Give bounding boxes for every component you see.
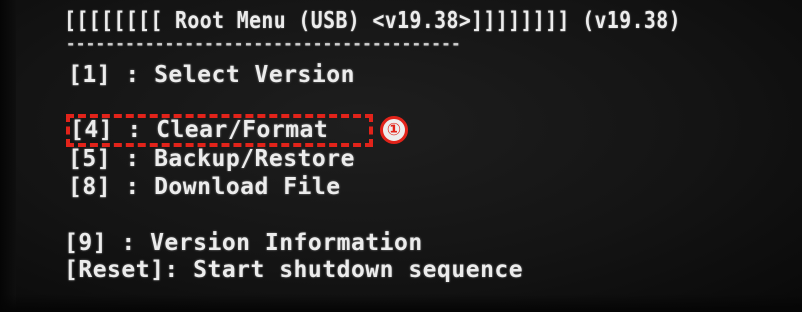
callout-number: ① xyxy=(386,119,402,140)
menu-item-download-file[interactable]: [8] : Download File xyxy=(68,176,341,199)
menu-item-reset-shutdown[interactable]: [Reset]: Start shutdown sequence xyxy=(64,259,523,282)
menu-title: [[[[[[[[ Root Menu (USB) <v19.38>]]]]]]]… xyxy=(64,8,681,34)
highlight-box-clear-format xyxy=(66,114,373,147)
terminal-screen: [[[[[[[[ Root Menu (USB) <v19.38>]]]]]]]… xyxy=(0,0,802,312)
callout-marker: ① xyxy=(380,116,408,144)
menu-item-select-version[interactable]: [1] : Select Version xyxy=(68,64,355,87)
title-separator: ---------------------------------------- xyxy=(66,34,462,54)
menu-item-backup-restore[interactable]: [5] : Backup/Restore xyxy=(68,148,355,171)
menu-item-version-information[interactable]: [9] : Version Information xyxy=(64,232,423,255)
screen-bezel-bottom xyxy=(0,294,802,312)
screen-bezel-left xyxy=(0,0,16,312)
